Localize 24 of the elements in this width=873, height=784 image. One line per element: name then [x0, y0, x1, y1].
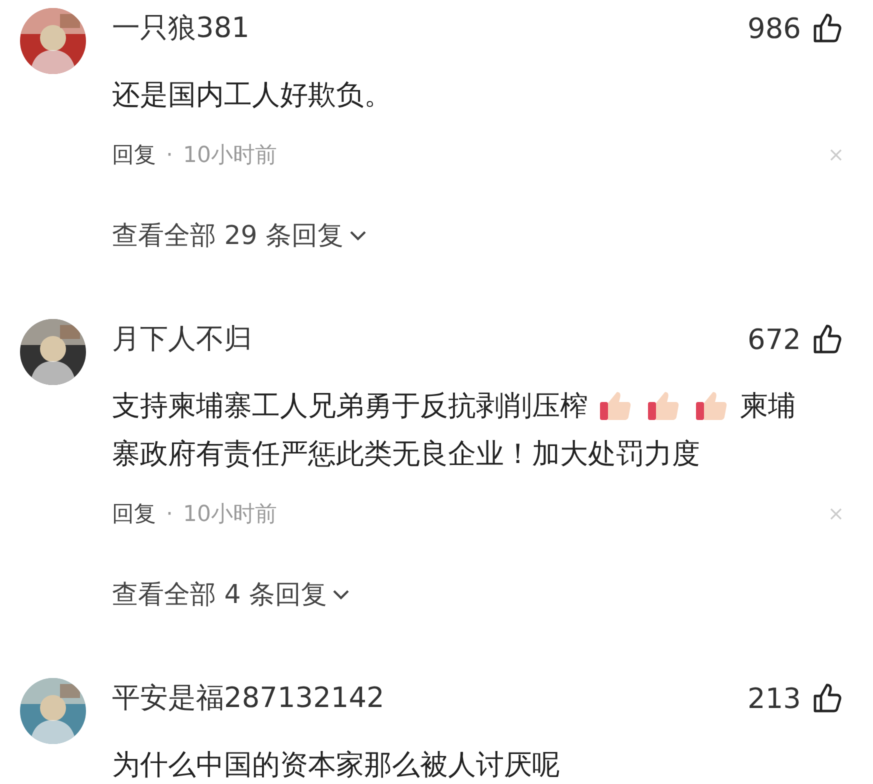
comment-text: 还是国内工人好欺负。 — [112, 77, 392, 113]
view-replies-link[interactable]: 查看全部 4 条回复 — [112, 577, 328, 612]
like-count: 672 — [748, 322, 801, 356]
like-count: 986 — [748, 12, 801, 44]
thumbs-up-icon[interactable] — [811, 323, 843, 355]
comment-text: 柬埔 — [740, 388, 796, 424]
separator-dot: · — [166, 142, 173, 168]
comment-text: 支持柬埔寨工人兄弟勇于反抗剥削压榨 — [112, 388, 588, 424]
reply-link[interactable]: 回复 — [112, 140, 156, 170]
timestamp: 10小时前 — [183, 501, 277, 529]
user-name[interactable]: 一只狼381 — [112, 9, 250, 47]
reply-link[interactable]: 回复 — [112, 499, 156, 529]
like-count: 213 — [748, 682, 801, 714]
user-name[interactable]: 平安是福287132142 — [112, 679, 384, 717]
comment-text: 寨政府有责任严惩此类无良企业！加大处罚力度 — [112, 436, 700, 472]
thumbs-up-icon[interactable] — [811, 12, 843, 44]
user-name[interactable]: 月下人不归 — [112, 320, 252, 358]
chevron-down-icon[interactable] — [331, 588, 352, 602]
timestamp: 10小时前 — [183, 142, 277, 170]
separator-dot: · — [166, 502, 173, 526]
comment-text: 为什么中国的资本家那么被人讨厌呢 — [112, 747, 560, 783]
view-replies-link[interactable]: 查看全部 29 条回复 — [112, 218, 344, 253]
thumbs-up-icon[interactable] — [811, 682, 843, 714]
chevron-down-icon[interactable] — [348, 228, 368, 242]
